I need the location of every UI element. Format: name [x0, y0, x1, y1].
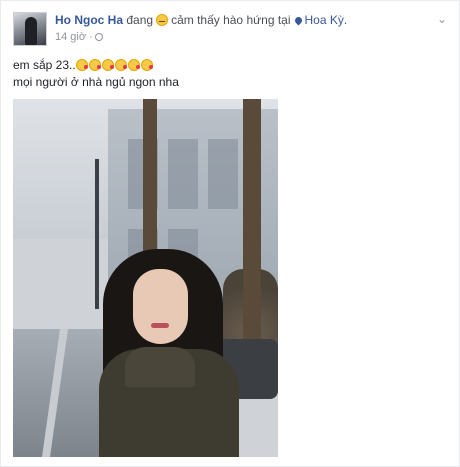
feeling-text: cảm thấy hào hứng tại: [171, 13, 291, 27]
facebook-post: Ho Ngoc Ha đang cảm thấy hào hứng tại Hoa …: [0, 0, 460, 467]
globe-icon[interactable]: [94, 33, 103, 41]
post-title-line: Ho Ngoc Ha đang cảm thấy hào hứng tại Hoa …: [55, 13, 347, 27]
post-text: em sắp 23.. mọi người ở nhà ngủ ngon nha: [13, 57, 179, 91]
photo-subject-lips: [151, 323, 169, 328]
avatar-figure: [25, 17, 37, 45]
post-meta: 14 giờ ·: [55, 31, 103, 43]
status-prefix: đang: [126, 13, 154, 27]
excited-emoji-icon: [156, 14, 169, 26]
location-link[interactable]: Hoa Kỳ.: [305, 13, 348, 27]
photo-subject-collar: [125, 347, 195, 387]
author-name[interactable]: Ho Ngoc Ha: [55, 13, 123, 27]
kiss-emoji-group: [75, 58, 154, 72]
post-timestamp[interactable]: 14 giờ ·: [55, 31, 93, 43]
photo-tree-right: [243, 99, 261, 369]
post-text-2: mọi người ở nhà ngủ ngon nha: [13, 75, 179, 89]
kiss-emoji-icon: [140, 59, 153, 71]
location-pin-icon: [293, 15, 303, 26]
author-avatar[interactable]: [13, 12, 47, 46]
kiss-emoji-icon: [127, 59, 140, 71]
post-options-chevron-icon[interactable]: ⌄: [437, 12, 447, 26]
kiss-emoji-icon: [75, 59, 88, 71]
post-photo[interactable]: [13, 99, 278, 457]
photo-lamp-pole: [95, 159, 99, 309]
kiss-emoji-icon: [88, 59, 101, 71]
kiss-emoji-icon: [101, 59, 114, 71]
post-text-line-1: em sắp 23..: [13, 57, 179, 74]
post-header: Ho Ngoc Ha đang cảm thấy hào hứng tại Hoa …: [13, 12, 449, 48]
post-text-1: em sắp 23..: [13, 58, 76, 72]
kiss-emoji-icon: [114, 59, 127, 71]
photo-subject-face: [133, 269, 188, 344]
